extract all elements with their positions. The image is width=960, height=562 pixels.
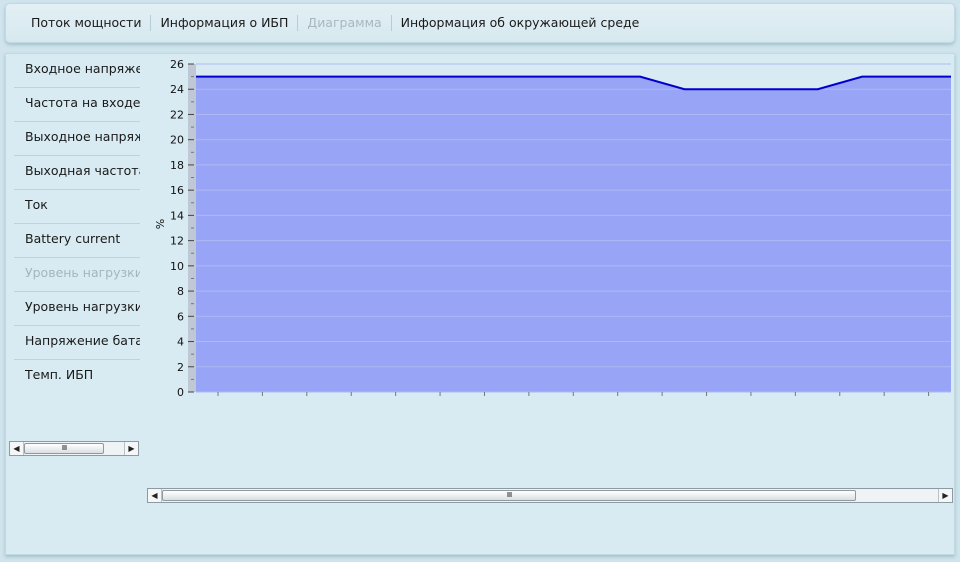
area-fill (196, 76, 951, 392)
y-tick-label: 0 (177, 386, 184, 399)
metric-list-scrollbar[interactable]: ◀ IIIII ▶ (9, 441, 139, 456)
y-tick-label: 16 (170, 184, 184, 197)
tab-bar: Поток мощности Информация о ИБП Диаграмма И… (5, 3, 955, 43)
scroll-thumb[interactable]: IIIII (24, 443, 104, 454)
y-tick-label: 18 (170, 159, 184, 172)
scroll-thumb[interactable]: IIIII (162, 490, 856, 501)
y-tick-label: 20 (170, 134, 184, 147)
scroll-left-arrow-icon[interactable]: ◀ (148, 489, 162, 502)
tab-1[interactable]: Информация о ИБП (151, 15, 297, 31)
tab-0[interactable]: Поток мощности (22, 15, 150, 31)
y-tick-label: 14 (170, 209, 184, 222)
y-tick-label: 22 (170, 108, 184, 121)
chart-scrollbar[interactable]: ◀ IIIII ▶ (147, 488, 953, 503)
scroll-left-arrow-icon[interactable]: ◀ (10, 442, 24, 455)
y-tick-label: 10 (170, 260, 184, 273)
y-tick-label: 8 (177, 285, 184, 298)
y-tick-label: 4 (177, 336, 184, 349)
y-tick-label: 2 (177, 361, 184, 374)
scroll-right-arrow-icon[interactable]: ▶ (124, 442, 138, 455)
chart-panel: Входное напряжениеЧастота на входеВыходн… (5, 53, 955, 555)
scroll-right-arrow-icon[interactable]: ▶ (938, 489, 952, 502)
tab-2[interactable]: Диаграмма (298, 15, 390, 31)
y-axis-label: % (154, 219, 167, 229)
y-tick-label: 12 (170, 235, 184, 248)
y-tick-label: 6 (177, 310, 184, 323)
y-tick-label: 26 (170, 58, 184, 71)
load-level-chart: 02468101214161820222426% (154, 58, 951, 399)
y-tick-label: 24 (170, 83, 184, 96)
tab-3[interactable]: Информация об окружающей среде (392, 15, 649, 31)
